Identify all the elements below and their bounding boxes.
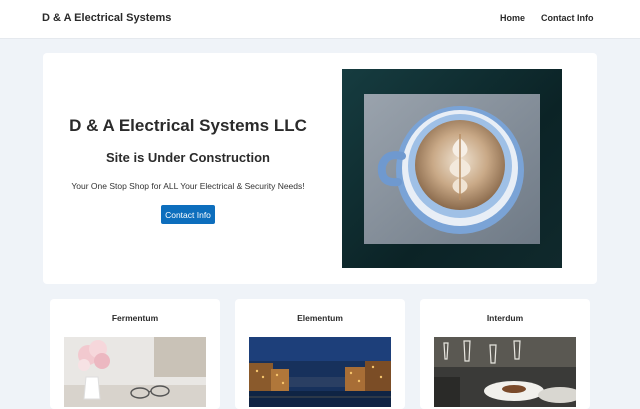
hero-section: D & A Electrical Systems LLC Site is Und… [43,53,597,284]
card-title: Elementum [297,313,343,323]
city-canal-icon [249,337,391,407]
top-navbar: D & A Electrical Systems Home Contact In… [0,0,640,38]
card-interdum: Interdum [420,299,590,409]
card-elementum: Elementum [235,299,405,409]
hero-subtitle: Site is Under Construction [106,150,270,165]
restaurant-icon [434,337,576,407]
hero-coffee-image [342,69,562,268]
hero-tagline: Your One Stop Shop for ALL Your Electric… [71,181,305,191]
card-title: Interdum [486,313,524,323]
restaurant-table-image [434,337,576,407]
latte-art-icon [364,94,540,244]
nav-link-home[interactable]: Home [500,13,525,23]
night-city-image [249,337,391,407]
card-title: Fermentum [111,313,159,323]
brand-link[interactable]: D & A Electrical Systems [42,12,171,24]
flowers-icon [64,337,206,407]
contact-info-button[interactable]: Contact Info [161,205,215,224]
flowers-glasses-image [64,337,206,407]
hero-title: D & A Electrical Systems LLC [69,116,307,135]
nav-link-contact-info[interactable]: Contact Info [541,13,594,23]
card-fermentum: Fermentum [50,299,220,409]
